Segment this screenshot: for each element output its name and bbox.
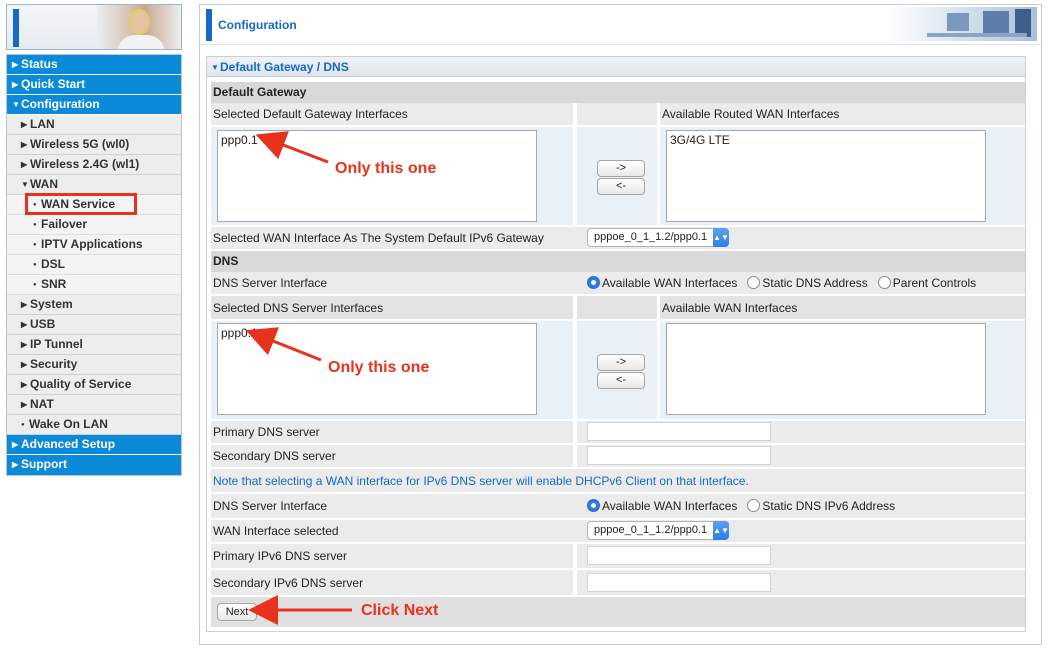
annotation-overlay xyxy=(245,131,352,625)
annotation-dns: Only this one xyxy=(328,359,430,376)
arrow-icon xyxy=(245,327,322,362)
arrow-icon xyxy=(255,131,329,164)
annotation-gateway: Only this one xyxy=(335,160,437,177)
annotation-next: Click Next xyxy=(361,602,439,619)
